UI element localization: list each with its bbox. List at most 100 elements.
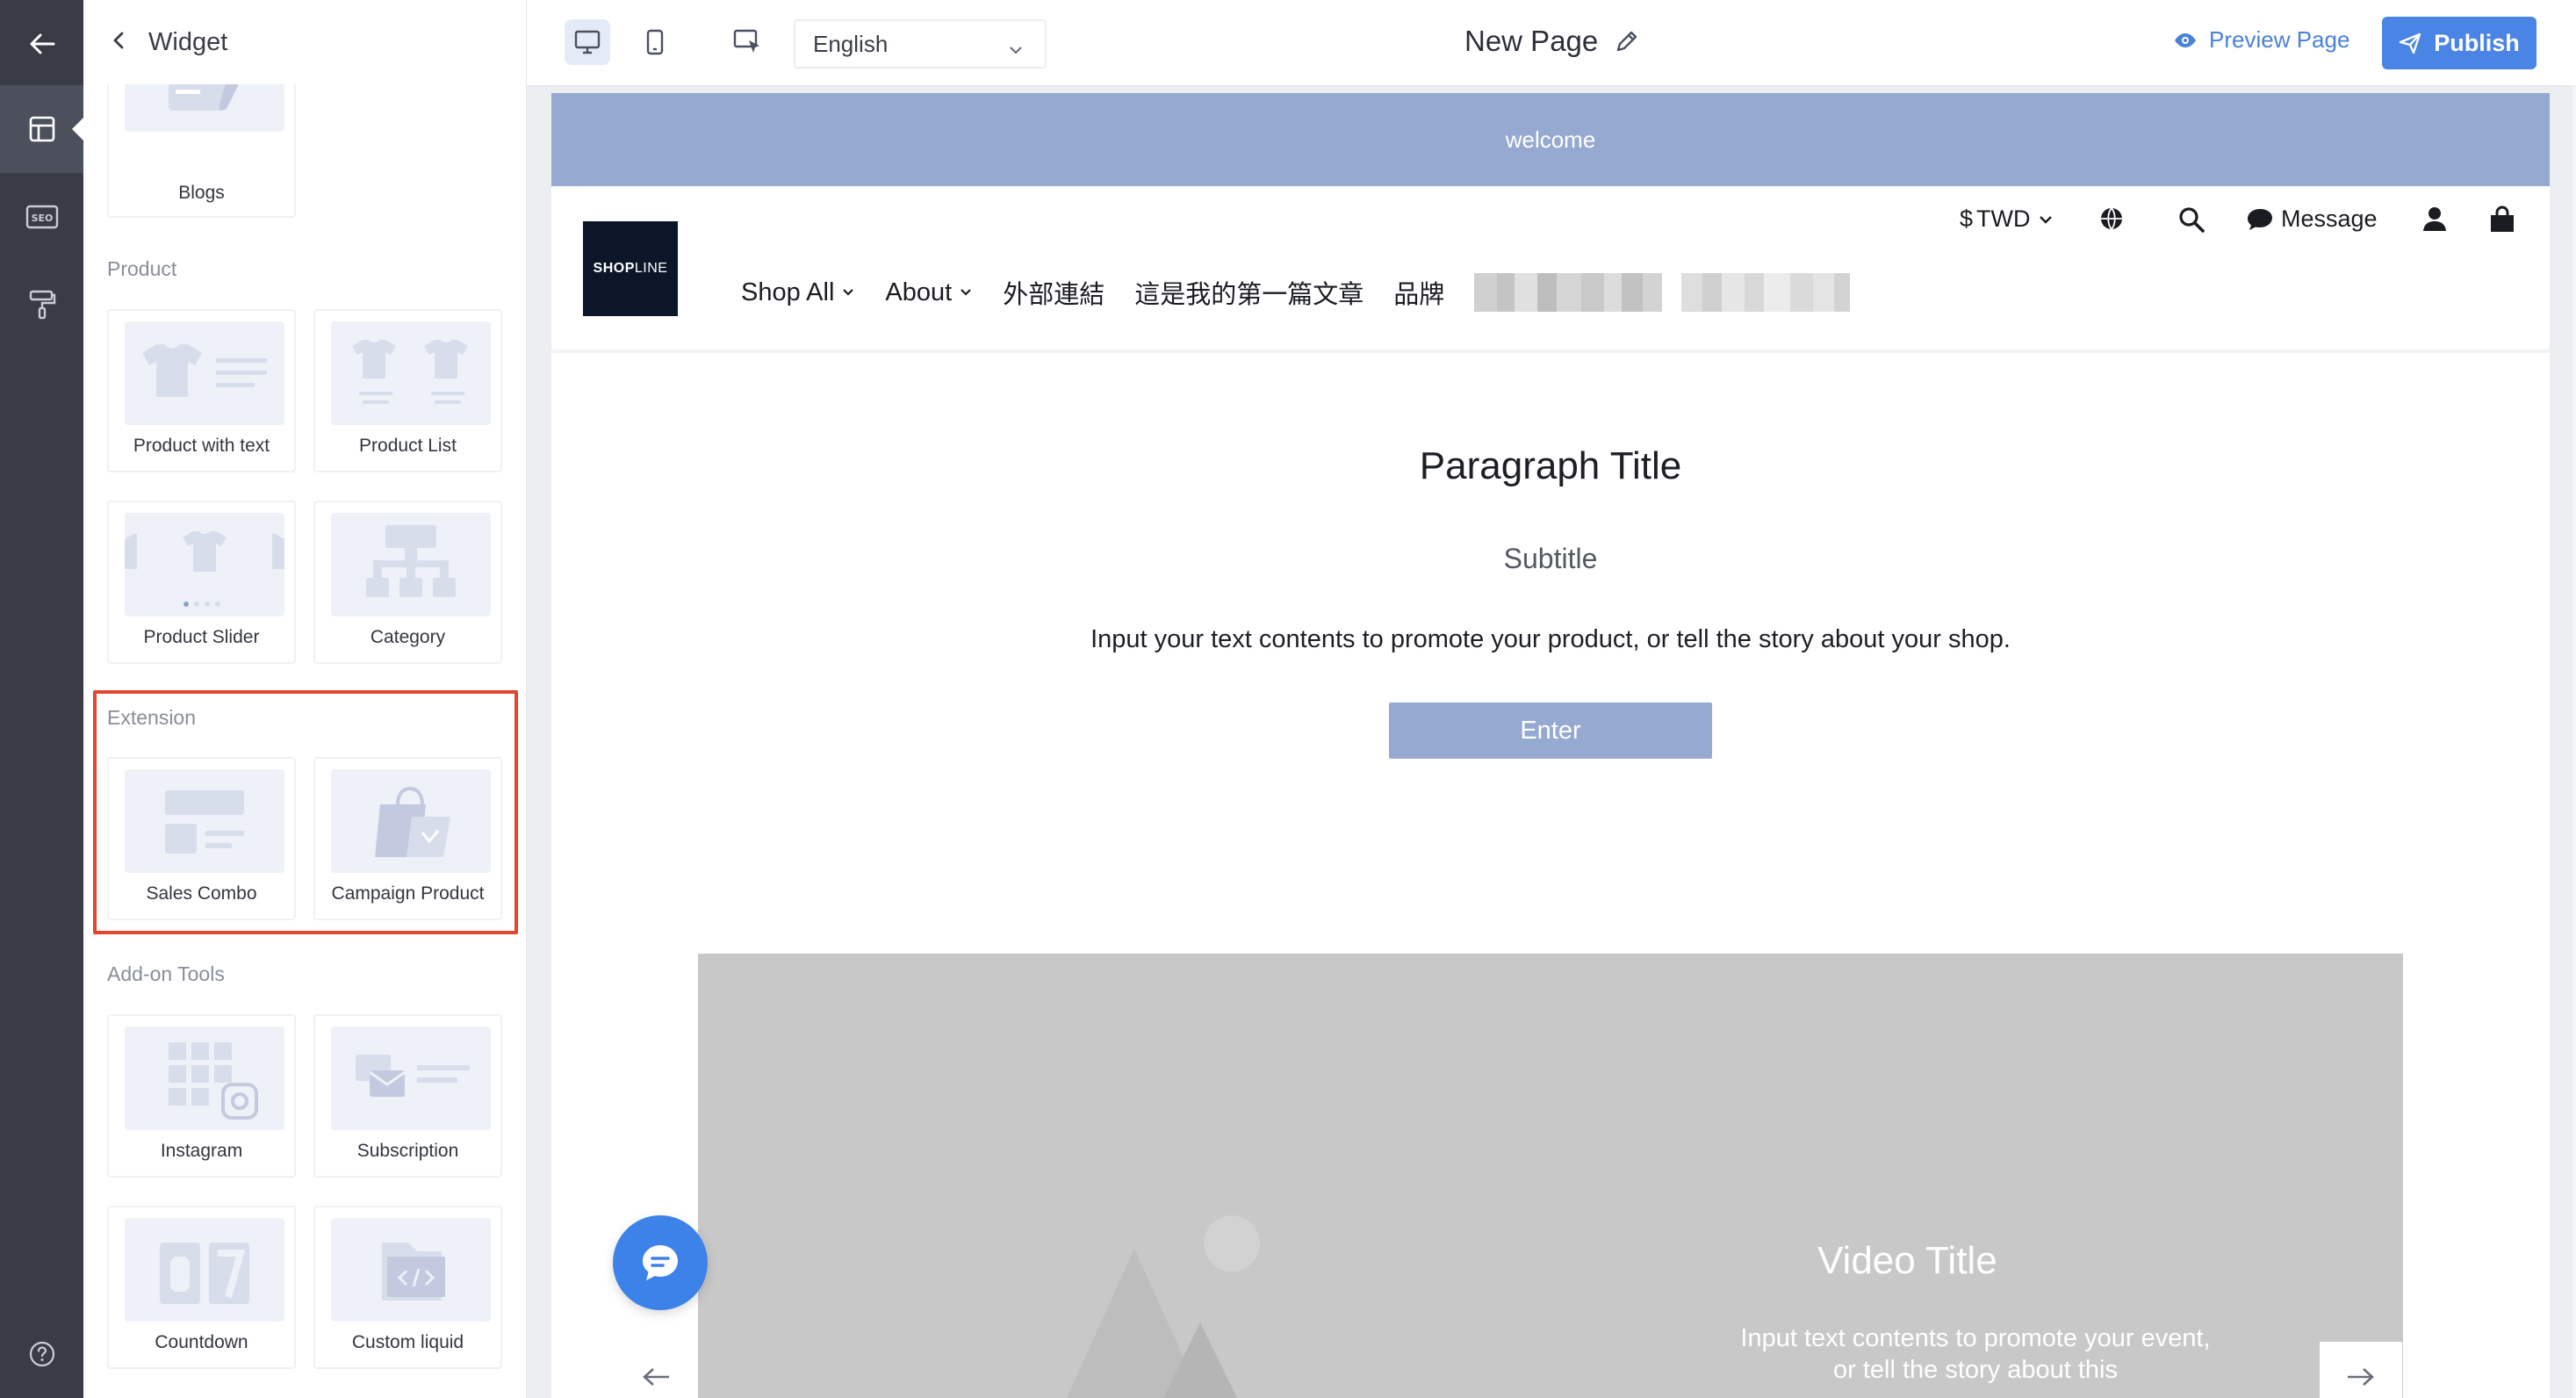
widget-label: Countdown	[155, 1332, 248, 1352]
video-description: Input text contents to promote your even…	[1740, 1324, 2211, 1384]
widget-label: Subscription	[356, 1141, 459, 1161]
widget-card-countdown[interactable]: Countdown	[107, 1206, 296, 1369]
site-preview[interactable]: welcome SHOP LINE $ TWD Message Shop All…	[551, 93, 2550, 1398]
layout-icon[interactable]	[0, 85, 84, 173]
logo-text-bold: SHOP	[593, 261, 635, 276]
currency-symbol: $	[1960, 205, 1974, 232]
section-label-product: Product	[107, 257, 177, 280]
user-account-icon[interactable]	[2421, 205, 2448, 232]
chat-fab-button[interactable]	[613, 1215, 708, 1310]
svg-text:SEO: SEO	[31, 213, 53, 224]
category-tree-icon	[331, 513, 491, 616]
top-toolbar: English New Page Preview Page Publish	[527, 0, 2576, 86]
shop-logo[interactable]: SHOP LINE	[583, 221, 678, 316]
product-slider-icon	[125, 513, 284, 616]
canvas-scrollbar[interactable]	[2572, 86, 2576, 1398]
seo-icon[interactable]: SEO	[0, 173, 83, 261]
nav-item-shop-all[interactable]: Shop All	[741, 278, 855, 307]
eye-icon	[2174, 32, 2197, 48]
back-arrow-icon[interactable]	[0, 0, 83, 88]
paragraph-subtitle[interactable]: Subtitle	[551, 543, 2550, 575]
arrow-left-icon[interactable]	[615, 1342, 697, 1398]
nav-label: 外部連結	[1003, 281, 1105, 309]
main-navigation: Shop All About 外部連結 這是我的第一篇文章 品牌	[741, 273, 1869, 312]
preview-label: Preview Page	[2209, 26, 2350, 53]
widget-card-subscription[interactable]: Subscription	[313, 1014, 502, 1178]
widget-label: Product Slider	[143, 627, 260, 647]
nav-item-about[interactable]: About	[885, 278, 973, 307]
shopping-bag-icon	[331, 769, 491, 873]
widget-card-sales-combo[interactable]: Sales Combo	[107, 757, 296, 920]
left-rail: SEO	[0, 0, 84, 1398]
chat-icon	[639, 1242, 681, 1284]
nav-item-brand[interactable]: 品牌	[1393, 274, 1444, 311]
page-title-text: New Page	[1464, 25, 1599, 57]
section-label-addon-tools: Add-on Tools	[107, 962, 225, 985]
pencil-icon[interactable]	[1614, 28, 1640, 54]
nav-label: 這是我的第一篇文章	[1134, 281, 1364, 309]
language-select[interactable]: English	[794, 19, 1047, 68]
widget-card-instagram[interactable]: Instagram	[107, 1014, 296, 1178]
nav-item-first-article[interactable]: 這是我的第一篇文章	[1134, 274, 1364, 311]
currency-selector[interactable]: $ TWD	[1960, 205, 2054, 233]
panel-title: Widget	[148, 27, 228, 56]
widget-label: Product with text	[133, 436, 270, 456]
code-file-icon	[331, 1218, 491, 1322]
nav-label: 品牌	[1393, 281, 1445, 309]
help-icon[interactable]	[0, 1310, 83, 1398]
search-icon[interactable]	[2177, 205, 2205, 234]
nav-label: About	[885, 277, 953, 306]
message-button[interactable]: Message	[2246, 205, 2378, 233]
widget-label: Product List	[359, 436, 457, 456]
desktop-view-icon[interactable]	[565, 19, 610, 65]
paragraph-body[interactable]: Input your text contents to promote your…	[551, 625, 2550, 654]
section-label-extension: Extension	[107, 706, 197, 729]
widget-card-category[interactable]: Category	[313, 501, 502, 664]
widget-card-custom-liquid[interactable]: Custom liquid	[313, 1206, 502, 1369]
countdown-icon	[125, 1218, 284, 1322]
widget-label: Campaign Product	[331, 883, 485, 904]
chevron-down-icon	[2038, 212, 2054, 227]
send-icon	[2399, 32, 2421, 54]
widget-card-campaign-product[interactable]: Campaign Product	[313, 757, 502, 920]
widget-card-product-list[interactable]: Product List	[313, 309, 502, 472]
paint-roller-icon[interactable]	[0, 261, 83, 349]
shopping-bag-icon[interactable]	[2488, 205, 2516, 234]
tshirt-text-icon	[125, 321, 284, 425]
chat-bubble-icon	[2246, 207, 2274, 232]
chevron-left-icon[interactable]	[110, 31, 129, 54]
widget-label: Custom liquid	[351, 1332, 464, 1352]
currency-code: TWD	[1976, 205, 2031, 232]
language-value: English	[813, 30, 889, 57]
chevron-down-icon	[841, 285, 855, 299]
globe-icon[interactable]	[2098, 205, 2125, 232]
widget-label: Category	[370, 627, 446, 647]
widget-label: Sales Combo	[146, 883, 257, 904]
page-builder: SEO Widget Blogs Product Product with te…	[0, 0, 2576, 1398]
subscription-mail-icon	[331, 1027, 491, 1130]
chevron-down-icon	[1008, 37, 1024, 64]
enter-button[interactable]: Enter	[1389, 703, 1712, 759]
widget-card-product-slider[interactable]: Product Slider	[107, 501, 296, 664]
page-title: New Page	[1464, 25, 1640, 58]
nav-item-external-link[interactable]: 外部連結	[1003, 274, 1105, 311]
widget-label: Blogs	[178, 183, 225, 203]
panel-header: Widget	[83, 0, 526, 84]
redacted-nav-item[interactable]	[1681, 273, 1851, 312]
message-label: Message	[2281, 205, 2378, 232]
product-list-icon	[331, 321, 491, 425]
widget-card-product-with-text[interactable]: Product with text	[107, 309, 296, 472]
nav-label: Shop All	[741, 277, 835, 306]
widget-panel: Widget Blogs Product Product with text P…	[83, 0, 527, 1398]
redacted-nav-item[interactable]	[1474, 273, 1663, 312]
publish-button[interactable]: Publish	[2382, 17, 2536, 69]
preview-page-link[interactable]: Preview Page	[2174, 26, 2349, 54]
arrow-right-icon[interactable]	[2320, 1342, 2402, 1398]
paragraph-title[interactable]: Paragraph Title	[551, 444, 2550, 488]
mobile-view-icon[interactable]	[632, 19, 678, 65]
video-section[interactable]: Video Title Input text contents to promo…	[698, 954, 2403, 1398]
chevron-down-icon	[959, 285, 973, 299]
instagram-grid-icon	[125, 1027, 284, 1130]
cursor-select-icon[interactable]	[725, 19, 771, 65]
publish-label: Publish	[2434, 29, 2520, 56]
